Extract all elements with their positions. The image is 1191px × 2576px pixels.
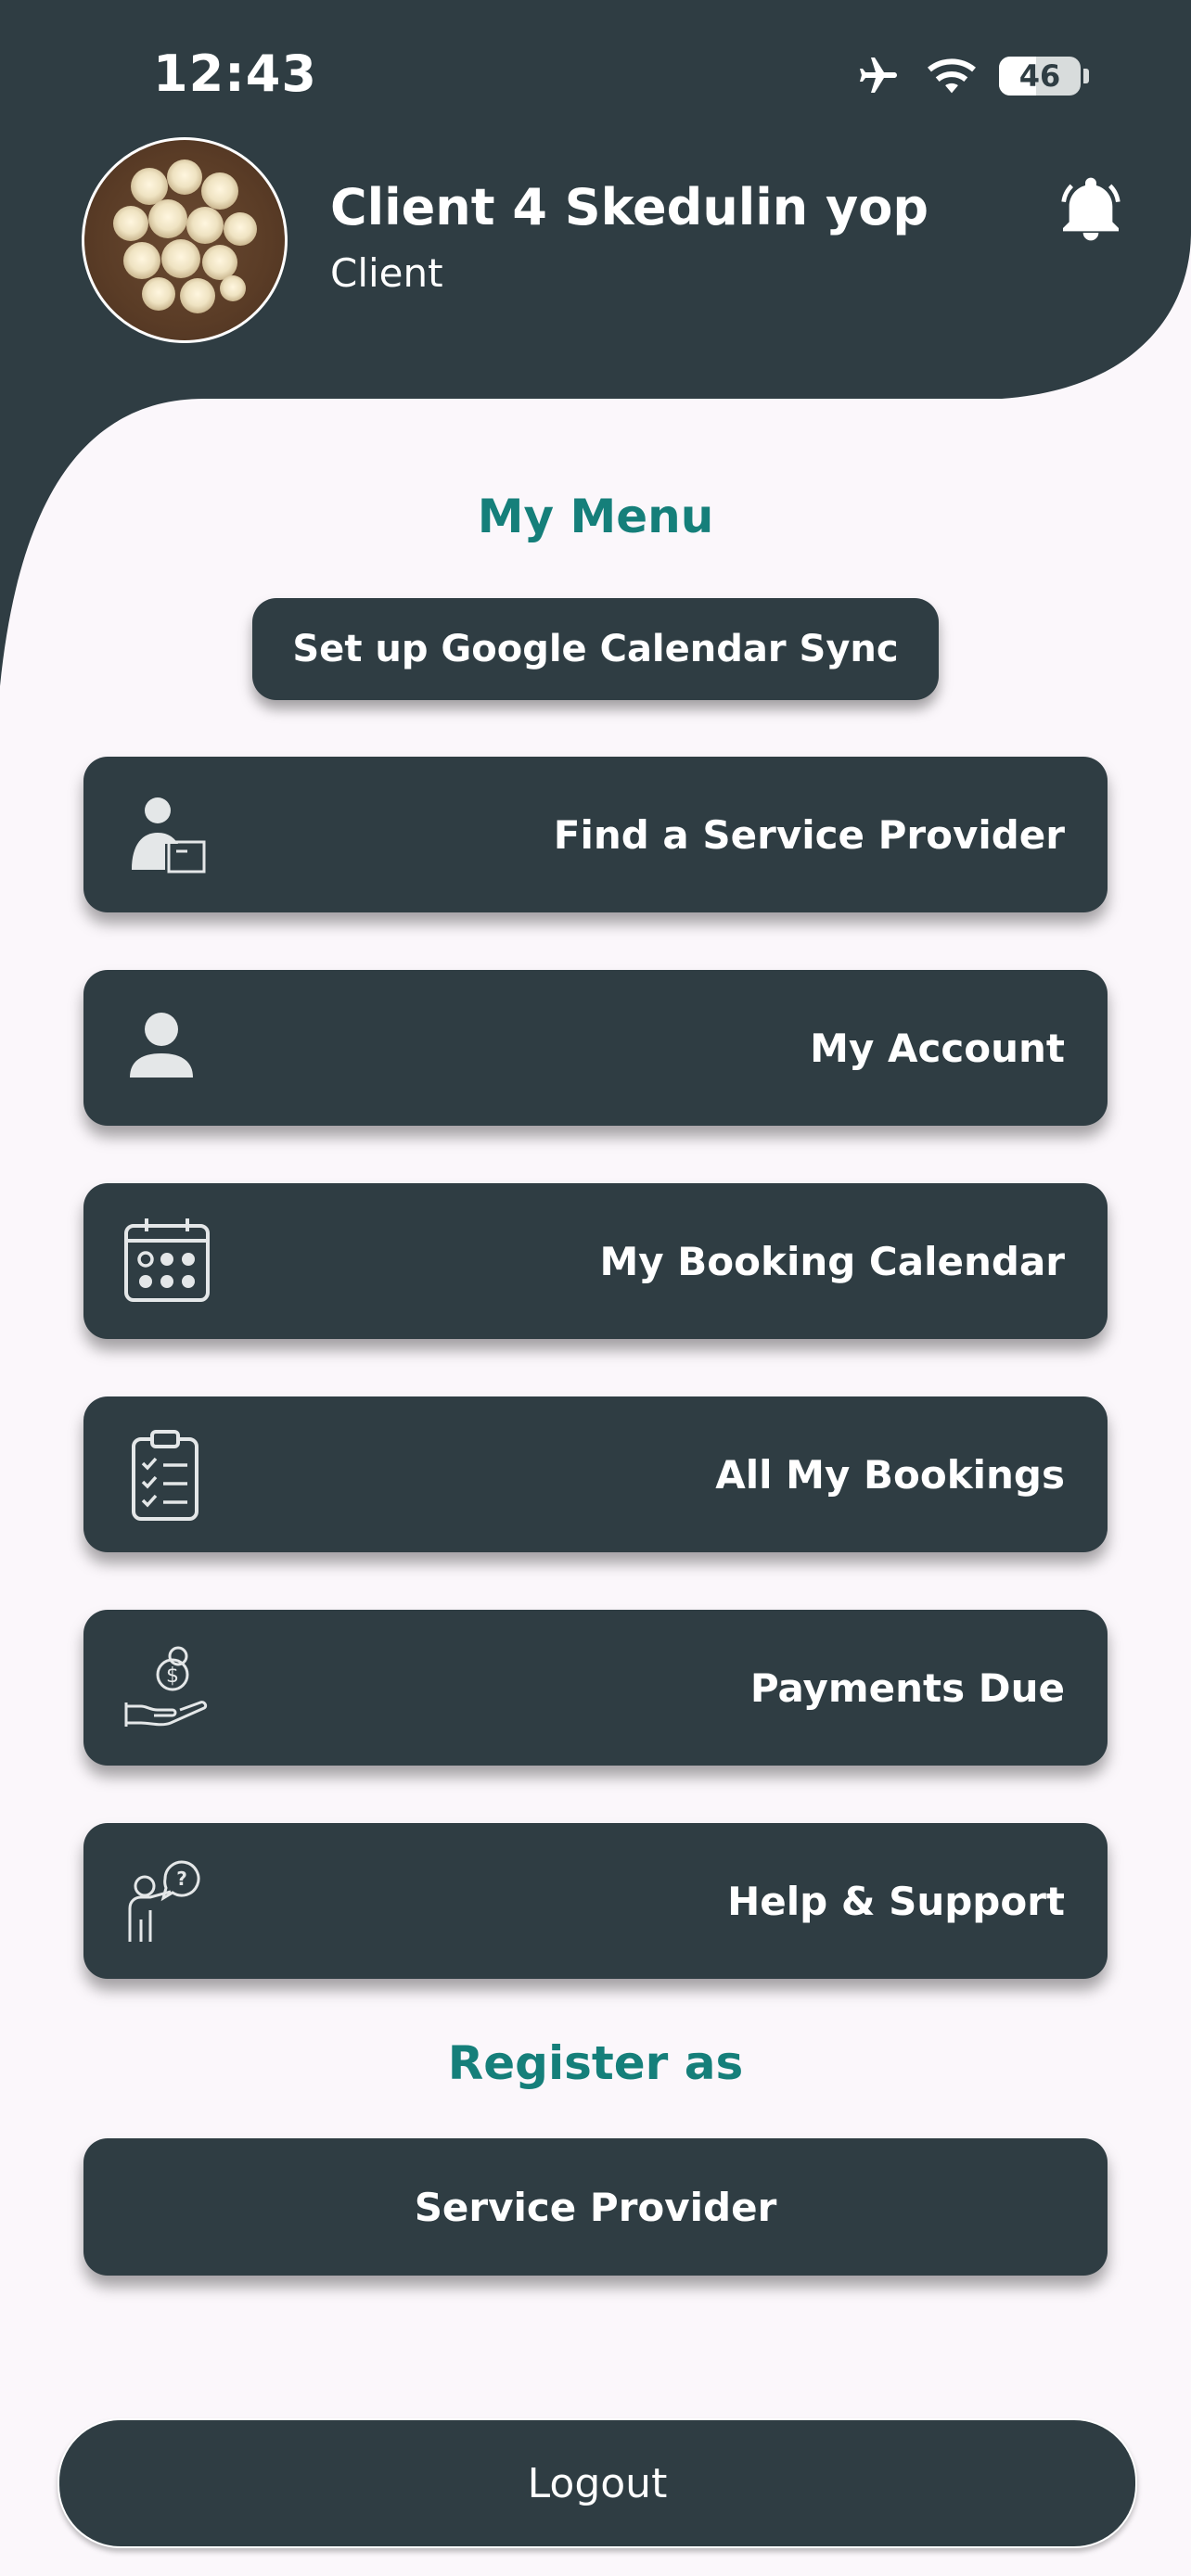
register-title: Register as bbox=[447, 2036, 744, 2090]
logout-button[interactable]: Logout bbox=[58, 2418, 1137, 2548]
status-time: 12:43 bbox=[153, 45, 317, 103]
menu-item-help-support[interactable]: ? Help & Support bbox=[83, 1823, 1108, 1979]
menu-item-label: All My Bookings bbox=[715, 1451, 1065, 1498]
wifi-icon bbox=[928, 58, 976, 94]
google-calendar-sync-button[interactable]: Set up Google Calendar Sync bbox=[252, 598, 939, 700]
register-service-provider-button[interactable]: Service Provider bbox=[83, 2138, 1108, 2276]
menu-title: My Menu bbox=[477, 490, 714, 543]
avatar[interactable] bbox=[82, 137, 288, 343]
person-icon bbox=[121, 997, 223, 1099]
find-provider-icon bbox=[121, 784, 223, 886]
menu-item-my-booking-calendar[interactable]: My Booking Calendar bbox=[83, 1183, 1108, 1339]
clipboard-checklist-icon bbox=[121, 1423, 223, 1525]
menu-item-find-service-provider[interactable]: Find a Service Provider bbox=[83, 757, 1108, 912]
profile-name: Client 4 Skedulin yop bbox=[330, 178, 928, 236]
notification-bell-icon[interactable] bbox=[1054, 172, 1128, 247]
menu-item-my-account[interactable]: My Account bbox=[83, 970, 1108, 1126]
menu-item-label: Find a Service Provider bbox=[553, 811, 1065, 858]
battery-icon: 46 bbox=[999, 57, 1089, 96]
calendar-icon bbox=[121, 1210, 223, 1312]
profile-role: Client bbox=[330, 250, 443, 296]
svg-text:?: ? bbox=[176, 1868, 187, 1890]
header-background bbox=[0, 0, 1191, 686]
menu-item-label: My Booking Calendar bbox=[599, 1238, 1066, 1284]
menu-item-label: Help & Support bbox=[727, 1878, 1065, 1924]
avatar-roses-image bbox=[113, 159, 257, 313]
svg-text:$: $ bbox=[166, 1664, 179, 1688]
menu-item-all-my-bookings[interactable]: All My Bookings bbox=[83, 1396, 1108, 1552]
menu-item-label: Payments Due bbox=[749, 1664, 1065, 1711]
hand-money-icon: $ bbox=[121, 1637, 223, 1739]
menu-item-label: My Account bbox=[810, 1025, 1065, 1071]
help-support-icon: ? bbox=[121, 1850, 223, 1952]
airplane-icon bbox=[860, 57, 897, 93]
menu-item-payments-due[interactable]: $ Payments Due bbox=[83, 1610, 1108, 1766]
status-icons: 46 bbox=[852, 54, 1089, 98]
battery-level: 46 bbox=[1018, 58, 1061, 94]
